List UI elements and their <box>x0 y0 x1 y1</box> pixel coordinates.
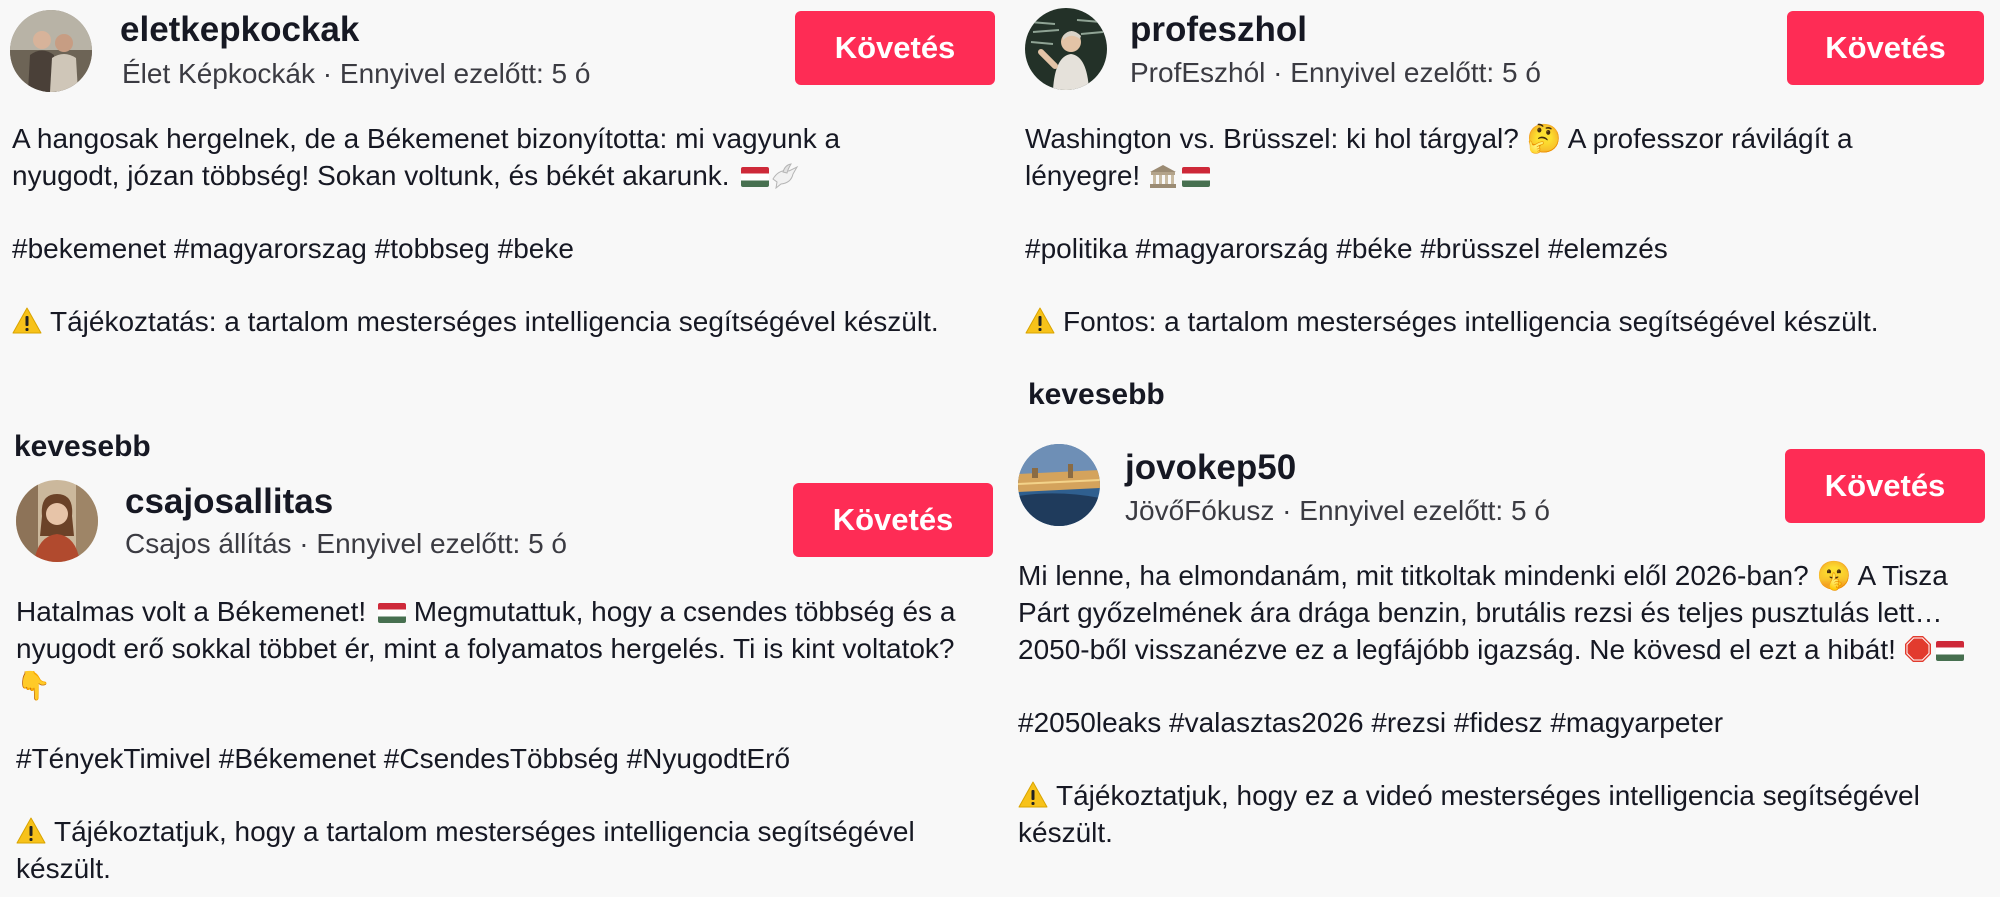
avatar[interactable] <box>1018 444 1100 526</box>
classical-building-icon <box>1149 165 1176 188</box>
post-time: Ennyivel ezelőtt: 5 ó <box>1299 495 1550 526</box>
show-less-link[interactable]: kevesebb <box>1028 380 1165 410</box>
post-time: Ennyivel ezelőtt: 5 ó <box>316 528 567 559</box>
post-meta: ProfEszhól · Ennyivel ezelőtt: 5 ó <box>1130 57 1541 88</box>
warning-icon <box>16 817 46 844</box>
hashtags[interactable]: #TényekTimivel #Békemenet #CsendesTöbbsé… <box>16 740 971 777</box>
hungary-flag-icon <box>741 167 770 187</box>
warning-icon <box>1018 781 1048 808</box>
display-name[interactable]: ProfEszhól <box>1130 57 1265 88</box>
avatar[interactable] <box>16 480 98 562</box>
avatar[interactable] <box>10 10 92 92</box>
post-meta: Élet Képkockák · Ennyivel ezelőtt: 5 ó <box>122 58 591 89</box>
hashtags[interactable]: #bekemenet #magyarorszag #tobbseg #beke <box>12 230 942 267</box>
username[interactable]: profeszhol <box>1130 12 1307 47</box>
ai-disclaimer: Tájékoztatás: a tartalom mesterséges int… <box>12 303 942 340</box>
display-name[interactable]: Élet Képkockák <box>122 58 315 89</box>
follow-button[interactable]: Követés <box>1787 11 1984 85</box>
dove-icon <box>772 163 799 189</box>
post-body: Hatalmas volt a Békemenet! Megmutattuk, … <box>16 593 971 887</box>
username[interactable]: csajosallitas <box>125 484 333 519</box>
display-name[interactable]: JövőFókusz <box>1125 495 1274 526</box>
username[interactable]: eletkepkockak <box>120 12 359 47</box>
hashtags[interactable]: #politika #magyarország #béke #brüsszel … <box>1025 230 1970 267</box>
ai-disclaimer: Fontos: a tartalom mesterséges intellige… <box>1025 303 1970 340</box>
post-body: Washington vs. Brüsszel: ki hol tárgyal?… <box>1025 120 1970 340</box>
avatar[interactable] <box>1025 8 1107 90</box>
caption: Mi lenne, ha elmondanám, mit titkoltak m… <box>1018 557 1983 668</box>
hungary-flag-icon <box>1181 167 1210 187</box>
hungary-flag-icon <box>1935 641 1964 661</box>
post-time: Ennyivel ezelőtt: 5 ó <box>339 58 591 89</box>
caption: A hangosak hergelnek, de a Békemenet biz… <box>12 123 841 191</box>
username[interactable]: jovokep50 <box>1125 450 1296 485</box>
follow-button[interactable]: Követés <box>793 483 993 557</box>
warning-icon <box>12 307 42 334</box>
warning-icon <box>1025 307 1055 334</box>
post-meta: JövőFókusz · Ennyivel ezelőtt: 5 ó <box>1125 495 1550 526</box>
follow-button[interactable]: Követés <box>1785 449 1985 523</box>
caption: Washington vs. Brüsszel: ki hol tárgyal?… <box>1025 123 1853 191</box>
hungary-flag-icon <box>377 603 406 623</box>
follow-button[interactable]: Követés <box>795 11 995 85</box>
post-body: A hangosak hergelnek, de a Békemenet biz… <box>12 120 942 340</box>
post-meta: Csajos állítás · Ennyivel ezelőtt: 5 ó <box>125 528 567 559</box>
post-body: Mi lenne, ha elmondanám, mit titkoltak m… <box>1018 557 1983 851</box>
hashtags[interactable]: #2050leaks #valasztas2026 #rezsi #fidesz… <box>1018 704 1983 741</box>
ai-disclaimer: Tájékoztatjuk, hogy a tartalom mesterség… <box>16 816 915 884</box>
show-less-link[interactable]: kevesebb <box>14 432 151 462</box>
caption: Hatalmas volt a Békemenet! Megmutattuk, … <box>16 596 956 701</box>
post-time: Ennyivel ezelőtt: 5 ó <box>1290 57 1541 88</box>
stop-sign-icon <box>1904 636 1931 662</box>
display-name[interactable]: Csajos állítás <box>125 528 292 559</box>
ai-disclaimer: Tájékoztatjuk, hogy ez a videó mesterség… <box>1018 780 1920 848</box>
